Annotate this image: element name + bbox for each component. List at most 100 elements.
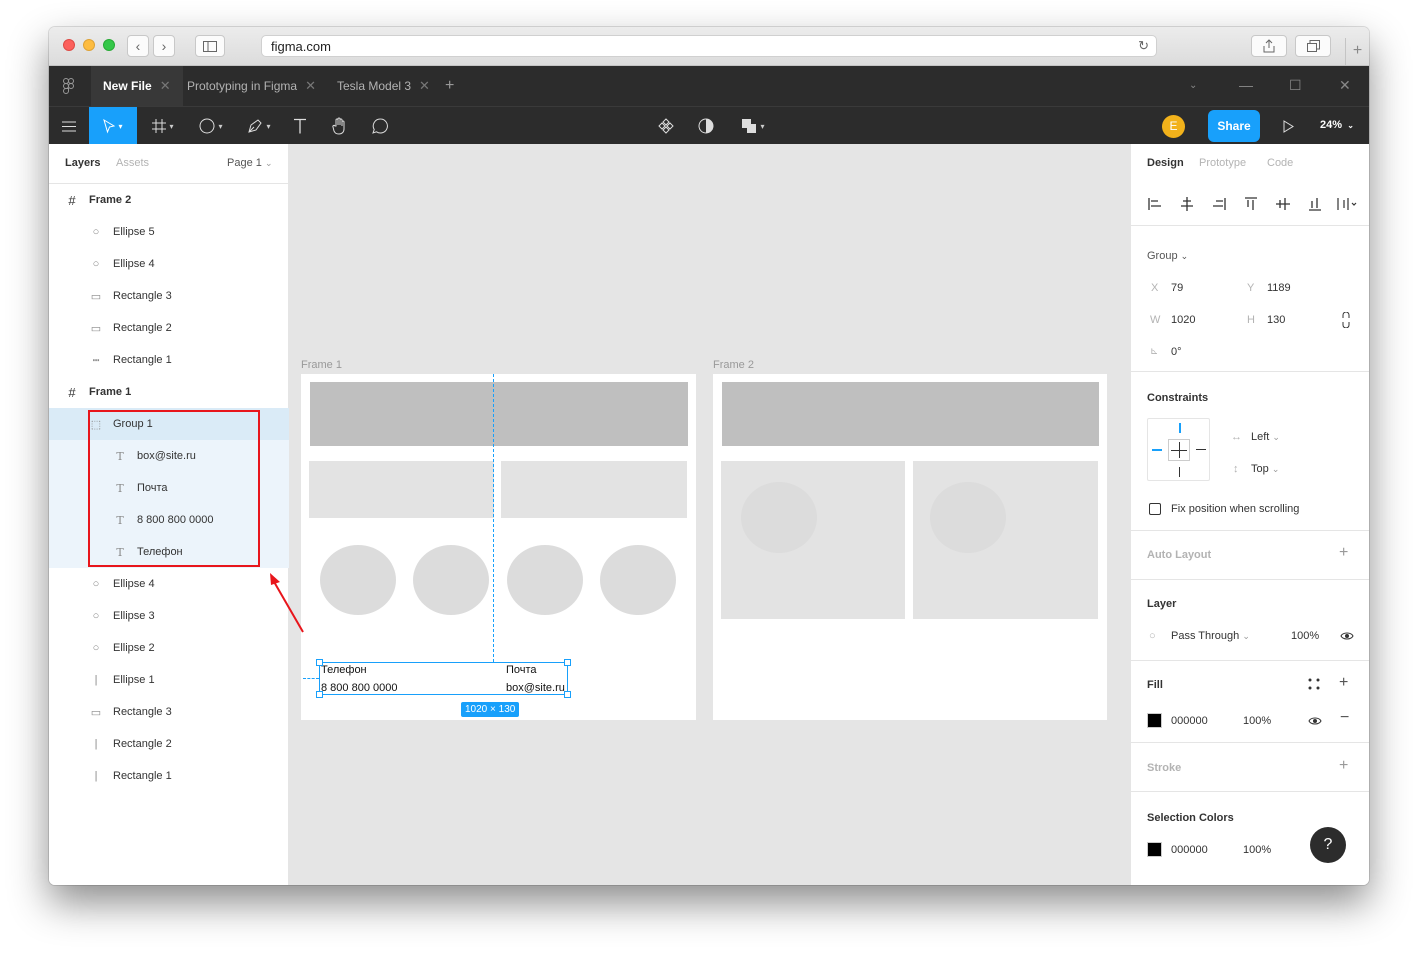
hand-tool-button[interactable] bbox=[327, 107, 353, 145]
eye-icon[interactable] bbox=[1340, 631, 1354, 641]
layer-row[interactable]: ▭ Rectangle 3 bbox=[49, 280, 289, 312]
tab-design[interactable]: Design bbox=[1147, 157, 1184, 169]
x-input[interactable]: 79 bbox=[1171, 282, 1183, 294]
layer-row[interactable]: | Rectangle 1 bbox=[49, 760, 289, 792]
remove-fill-icon[interactable]: − bbox=[1340, 709, 1349, 727]
header-rectangle[interactable] bbox=[722, 382, 1099, 446]
canvas[interactable]: Frame 1 Frame 2 Телефон 8 800 800 0000 П… bbox=[289, 144, 1130, 885]
align-top-icon[interactable] bbox=[1243, 196, 1259, 212]
blend-mode-dropdown[interactable]: Pass Through ⌄ bbox=[1171, 630, 1250, 642]
constraints-widget[interactable] bbox=[1147, 418, 1210, 481]
left-constraint[interactable] bbox=[1152, 449, 1162, 451]
selection-color-swatch[interactable] bbox=[1147, 842, 1162, 857]
right-constraint[interactable] bbox=[1196, 449, 1206, 450]
layer-row[interactable]: ○ Ellipse 4 bbox=[49, 568, 289, 600]
phone-value-text[interactable]: 8 800 800 0000 bbox=[321, 682, 397, 694]
mask-button[interactable] bbox=[695, 107, 717, 145]
ellipse[interactable] bbox=[600, 545, 676, 615]
back-button[interactable]: ‹ bbox=[127, 35, 149, 57]
figma-logo-icon[interactable] bbox=[63, 78, 74, 94]
y-input[interactable]: 1189 bbox=[1267, 282, 1291, 294]
tab-overview-button[interactable] bbox=[1295, 35, 1331, 57]
close-tab-icon[interactable]: ✕ bbox=[419, 78, 430, 94]
layer-opacity-input[interactable]: 100% bbox=[1291, 630, 1319, 642]
fix-position-checkbox[interactable] bbox=[1149, 503, 1161, 515]
shape-tool-button[interactable]: ▾ bbox=[191, 107, 231, 145]
layer-row[interactable]: ▭ Rectangle 3 bbox=[49, 696, 289, 728]
selection-color-opacity[interactable]: 100% bbox=[1243, 844, 1271, 856]
resize-handle[interactable] bbox=[564, 691, 571, 698]
pen-tool-button[interactable]: ▾ bbox=[239, 107, 279, 145]
help-button[interactable]: ? bbox=[1310, 827, 1346, 863]
close-window-button[interactable] bbox=[63, 39, 75, 51]
layer-row[interactable]: ○ Ellipse 4 bbox=[49, 248, 289, 280]
rotation-input[interactable]: 0° bbox=[1171, 346, 1182, 358]
boolean-button[interactable]: ▾ bbox=[735, 107, 771, 145]
fullscreen-window-button[interactable] bbox=[103, 39, 115, 51]
align-bottom-icon[interactable] bbox=[1307, 196, 1323, 212]
layer-row[interactable]: ▭ Rectangle 2 bbox=[49, 312, 289, 344]
constrain-proportions-icon[interactable] bbox=[1341, 312, 1351, 328]
frame-2[interactable] bbox=[713, 374, 1107, 720]
layer-row[interactable]: ○ Ellipse 5 bbox=[49, 216, 289, 248]
vertical-constraint-dropdown[interactable]: Top ⌄ bbox=[1251, 463, 1279, 475]
ellipse[interactable] bbox=[741, 482, 817, 553]
align-horizontal-center-icon[interactable] bbox=[1179, 196, 1195, 212]
phone-label-text[interactable]: Телефон bbox=[321, 664, 367, 676]
sidebar-button[interactable] bbox=[195, 35, 225, 57]
card-rectangle[interactable] bbox=[721, 461, 905, 619]
height-input[interactable]: 130 bbox=[1267, 314, 1285, 326]
align-right-icon[interactable] bbox=[1211, 196, 1227, 212]
top-constraint[interactable] bbox=[1179, 423, 1181, 433]
frame1-label[interactable]: Frame 1 bbox=[301, 359, 342, 371]
frame2-label[interactable]: Frame 2 bbox=[713, 359, 754, 371]
tab-layers[interactable]: Layers bbox=[65, 157, 100, 169]
close-app-icon[interactable]: ✕ bbox=[1339, 77, 1351, 94]
tab-new-file[interactable]: New File ✕ bbox=[91, 66, 183, 106]
add-auto-layout-icon[interactable]: + bbox=[1339, 544, 1348, 562]
eye-icon[interactable] bbox=[1308, 716, 1322, 726]
close-tab-icon[interactable]: ✕ bbox=[160, 78, 171, 94]
align-left-icon[interactable] bbox=[1147, 196, 1163, 212]
frame-tool-button[interactable]: ▾ bbox=[143, 107, 183, 145]
ellipse[interactable] bbox=[413, 545, 489, 615]
zoom-dropdown[interactable]: 24% ⌄ bbox=[1320, 119, 1354, 131]
minimize-icon[interactable]: — bbox=[1239, 77, 1253, 93]
add-fill-icon[interactable]: + bbox=[1339, 674, 1348, 692]
bottom-constraint[interactable] bbox=[1179, 467, 1180, 477]
present-button[interactable] bbox=[1275, 107, 1301, 145]
layer-row[interactable]: | Rectangle 2 bbox=[49, 728, 289, 760]
page-selector[interactable]: Page 1 ⌄ bbox=[227, 157, 272, 169]
maximize-icon[interactable]: ☐ bbox=[1289, 77, 1302, 94]
ellipse[interactable] bbox=[930, 482, 1006, 553]
style-grid-icon[interactable] bbox=[1308, 678, 1320, 690]
layer-row[interactable]: ○ Ellipse 3 bbox=[49, 600, 289, 632]
fill-swatch[interactable] bbox=[1147, 713, 1162, 728]
content-rectangle[interactable] bbox=[309, 461, 494, 518]
forward-button[interactable]: › bbox=[153, 35, 175, 57]
constraint-center[interactable] bbox=[1168, 439, 1190, 461]
fill-opacity-input[interactable]: 100% bbox=[1243, 715, 1271, 727]
fill-hex-input[interactable]: 000000 bbox=[1171, 715, 1208, 727]
user-avatar[interactable]: E bbox=[1162, 115, 1185, 138]
resize-handle[interactable] bbox=[316, 691, 323, 698]
width-input[interactable]: 1020 bbox=[1171, 314, 1195, 326]
resize-handle[interactable] bbox=[316, 659, 323, 666]
ellipse[interactable] bbox=[320, 545, 396, 615]
resize-handle[interactable] bbox=[564, 659, 571, 666]
layer-row[interactable]: | Ellipse 1 bbox=[49, 664, 289, 696]
components-button[interactable] bbox=[655, 107, 677, 145]
distribute-icon[interactable] bbox=[1337, 196, 1357, 212]
reload-icon[interactable]: ↻ bbox=[1138, 38, 1149, 54]
move-tool-button[interactable]: ▾ bbox=[89, 107, 137, 145]
horizontal-constraint-dropdown[interactable]: Left ⌄ bbox=[1251, 431, 1280, 443]
share-button[interactable]: Share bbox=[1208, 110, 1260, 142]
layer-row[interactable]: # Frame 1 bbox=[49, 376, 289, 408]
tab-code[interactable]: Code bbox=[1267, 157, 1293, 169]
close-tab-icon[interactable]: ✕ bbox=[305, 78, 316, 94]
align-vertical-center-icon[interactable] bbox=[1275, 196, 1291, 212]
layer-row[interactable]: # Frame 2 bbox=[49, 184, 289, 216]
chevron-down-icon[interactable]: ⌄ bbox=[1189, 80, 1197, 91]
layer-row[interactable]: ┅ Rectangle 1 bbox=[49, 344, 289, 376]
new-tab-icon[interactable]: + bbox=[1345, 38, 1369, 66]
